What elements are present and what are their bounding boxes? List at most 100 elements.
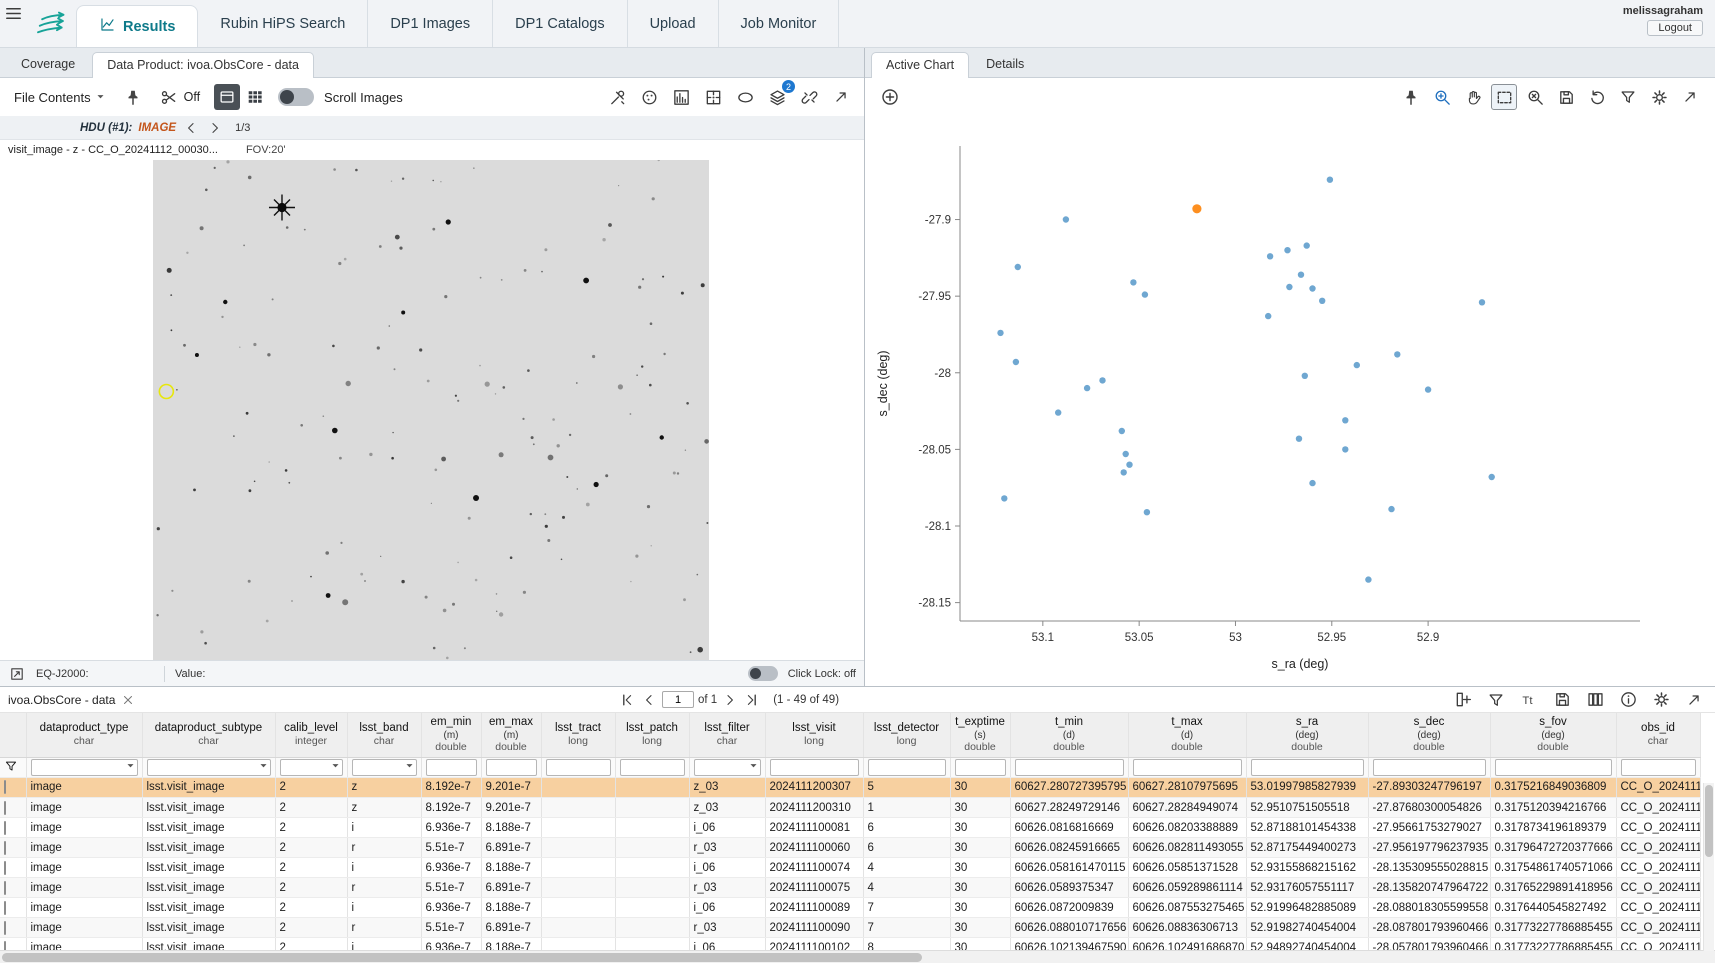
cell-t_min[interactable]: 60626.0872009839 (1010, 898, 1128, 918)
cell-em_max[interactable]: 9.201e-7 (481, 778, 541, 798)
cell-obs_id[interactable]: CC_O_20241111_0 (1616, 878, 1700, 898)
cell-dataproduct_type[interactable]: image (26, 778, 142, 798)
column-header-lsst_patch[interactable]: lsst_patchlong (615, 713, 689, 757)
cell-lsst_band[interactable]: z (347, 798, 421, 818)
cell-lsst_band[interactable]: i (347, 938, 421, 950)
cell-em_min[interactable]: 6.936e-7 (421, 938, 481, 950)
filter-select-dataproduct_subtype[interactable] (147, 759, 271, 776)
cell-em_max[interactable]: 8.188e-7 (481, 818, 541, 838)
row-checkbox[interactable] (4, 921, 6, 935)
cell-dataproduct_type[interactable]: image (26, 858, 142, 878)
cell-lsst_visit[interactable]: 2024111200310 (765, 798, 863, 818)
horizontal-scrollbar[interactable] (0, 950, 1715, 963)
hscroll-thumb[interactable] (2, 953, 922, 962)
cell-s_dec[interactable]: -28.057801793960466 (1368, 938, 1490, 950)
hamburger-menu-icon[interactable] (0, 0, 26, 26)
cell-em_min[interactable]: 6.936e-7 (421, 858, 481, 878)
column-options-icon[interactable] (1582, 687, 1608, 713)
filter-input-t_min[interactable] (1015, 759, 1124, 776)
cell-s_dec[interactable]: -27.87680300054826 (1368, 798, 1490, 818)
cell-em_max[interactable]: 6.891e-7 (481, 838, 541, 858)
save-table-icon[interactable] (1549, 687, 1575, 713)
cell-dataproduct_subtype[interactable]: lsst.visit_image (142, 878, 275, 898)
cell-s_ra[interactable]: 52.91982740454004 (1246, 918, 1368, 938)
cell-s_dec[interactable]: -28.135309555028815 (1368, 858, 1490, 878)
hdu-next-icon[interactable] (206, 119, 224, 137)
filter-select-dataproduct_type[interactable] (31, 759, 138, 776)
column-header-lsst_detector[interactable]: lsst_detectorlong (863, 713, 950, 757)
column-header-s_fov[interactable]: s_fov(deg)double (1490, 713, 1616, 757)
cell-lsst_filter[interactable]: i_06 (689, 818, 765, 838)
cell-lsst_patch[interactable] (615, 818, 689, 838)
scatter-chart[interactable]: 53.153.055352.9552.9-27.9-27.95-28-28.05… (865, 116, 1715, 686)
cell-lsst_filter[interactable]: z_03 (689, 798, 765, 818)
cell-lsst_detector[interactable]: 5 (863, 778, 950, 798)
column-header-em_min[interactable]: em_min(m)double (421, 713, 481, 757)
cell-calib_level[interactable]: 2 (275, 858, 347, 878)
cell-lsst_tract[interactable] (541, 938, 615, 950)
cell-dataproduct_subtype[interactable]: lsst.visit_image (142, 898, 275, 918)
cell-lsst_filter[interactable]: r_03 (689, 838, 765, 858)
vscroll-thumb[interactable] (1705, 785, 1713, 857)
chart-panel-tab-1[interactable]: Active Chart (871, 52, 969, 78)
cell-t_exptime[interactable]: 30 (950, 898, 1010, 918)
cell-em_min[interactable]: 5.51e-7 (421, 878, 481, 898)
cell-calib_level[interactable]: 2 (275, 798, 347, 818)
cell-t_min[interactable]: 60626.0816816669 (1010, 818, 1128, 838)
cell-lsst_patch[interactable] (615, 778, 689, 798)
select-region-icon[interactable] (732, 84, 758, 110)
cell-lsst_tract[interactable] (541, 878, 615, 898)
table-row[interactable]: imagelsst.visit_image2z8.192e-79.201e-7z… (0, 778, 1700, 798)
cell-obs_id[interactable]: CC_O_20241112_0 (1616, 778, 1700, 798)
cell-calib_level[interactable]: 2 (275, 818, 347, 838)
column-header-t_min[interactable]: t_min(d)double (1010, 713, 1128, 757)
filter-select-lsst_filter[interactable] (694, 759, 761, 776)
column-header-lsst_filter[interactable]: lsst_filterchar (689, 713, 765, 757)
close-table-icon[interactable] (120, 692, 136, 708)
filter-input-s_ra[interactable] (1251, 759, 1364, 776)
cell-dataproduct_type[interactable]: image (26, 898, 142, 918)
cell-t_exptime[interactable]: 30 (950, 818, 1010, 838)
pin-chart-icon[interactable] (1398, 84, 1424, 110)
cell-lsst_tract[interactable] (541, 858, 615, 878)
prev-page-icon[interactable] (640, 691, 658, 709)
column-header-s_ra[interactable]: s_ra(deg)double (1246, 713, 1368, 757)
cell-s_fov[interactable]: 0.31765229891418956 (1490, 878, 1616, 898)
scroll-images-toggle[interactable] (278, 88, 314, 106)
cell-t_exptime[interactable]: 30 (950, 938, 1010, 950)
cell-s_fov[interactable]: 0.31773227786885455 (1490, 918, 1616, 938)
row-checkbox[interactable] (4, 780, 6, 794)
cell-lsst_filter[interactable]: i_06 (689, 938, 765, 950)
cell-em_min[interactable]: 5.51e-7 (421, 838, 481, 858)
cell-t_max[interactable]: 60626.05851371528 (1128, 858, 1246, 878)
cell-t_max[interactable]: 60626.059289861114 (1128, 878, 1246, 898)
filter-input-s_dec[interactable] (1373, 759, 1486, 776)
cell-s_ra[interactable]: 52.91996482885089 (1246, 898, 1368, 918)
cell-lsst_detector[interactable]: 1 (863, 798, 950, 818)
table-row[interactable]: imagelsst.visit_image2i6.936e-78.188e-7i… (0, 858, 1700, 878)
table-info-icon[interactable] (1615, 687, 1641, 713)
row-checkbox[interactable] (4, 821, 6, 835)
cell-lsst_filter[interactable]: i_06 (689, 898, 765, 918)
wcs-match-icon[interactable] (796, 84, 822, 110)
zoom-in-icon[interactable] (1429, 84, 1455, 110)
cell-s_ra[interactable]: 52.93176057551117 (1246, 878, 1368, 898)
center-image-icon[interactable] (700, 84, 726, 110)
cell-calib_level[interactable]: 2 (275, 778, 347, 798)
image-tools-icon[interactable] (604, 84, 630, 110)
cell-obs_id[interactable]: CC_O_20241112_0 (1616, 798, 1700, 818)
filter-input-t_exptime[interactable] (955, 759, 1006, 776)
cell-s_dec[interactable]: -27.956197796237935 (1368, 838, 1490, 858)
cell-calib_level[interactable]: 2 (275, 898, 347, 918)
cell-lsst_detector[interactable]: 6 (863, 838, 950, 858)
file-contents-dropdown[interactable]: File Contents (10, 87, 110, 108)
cell-dataproduct_type[interactable]: image (26, 838, 142, 858)
fits-image[interactable] (153, 160, 709, 660)
cell-em_max[interactable]: 6.891e-7 (481, 918, 541, 938)
cell-t_max[interactable]: 60626.08203388889 (1128, 818, 1246, 838)
select-all-header[interactable] (0, 713, 26, 757)
cell-lsst_band[interactable]: r (347, 878, 421, 898)
cell-em_max[interactable]: 8.188e-7 (481, 858, 541, 878)
cell-obs_id[interactable]: CC_O_20241111_0 (1616, 818, 1700, 838)
filter-select-lsst_band[interactable] (352, 759, 417, 776)
